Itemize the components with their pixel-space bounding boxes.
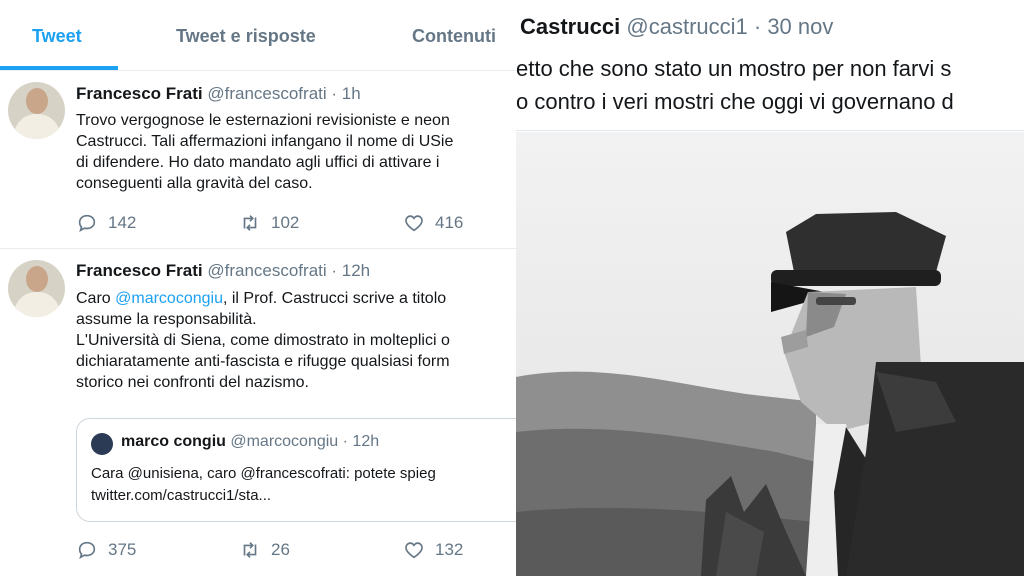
- quoted-author-handle: @marcocongiu · 12h: [230, 433, 380, 450]
- profile-tabs: Tweet Tweet e risposte Contenuti: [0, 0, 516, 71]
- tweet-divider: [516, 130, 1024, 131]
- left-panel: Tweet Tweet e risposte Contenuti Frances…: [0, 0, 516, 576]
- tweet-header: Francesco Frati @francescofrati · 1h: [76, 84, 361, 104]
- tweet-header: Castrucci @castrucci1 · 30 nov: [520, 14, 833, 40]
- quoted-link[interactable]: twitter.com/castrucci1/sta...: [91, 485, 436, 507]
- tab-tweet[interactable]: Tweet: [32, 26, 82, 47]
- tweet-actions: 375 26 132: [76, 539, 516, 563]
- tweet-divider: [0, 248, 516, 249]
- retweet-button[interactable]: 26: [239, 539, 290, 561]
- quoted-avatar[interactable]: [91, 433, 113, 455]
- tweet-text: etto che sono stato un mostro per non fa…: [516, 52, 954, 118]
- mention-link[interactable]: @marcocongiu: [115, 290, 223, 307]
- avatar[interactable]: [8, 82, 65, 139]
- author-name[interactable]: Francesco Frati: [76, 84, 203, 103]
- tweet-line: dichiaratamente anti-fascista e rifugge …: [76, 353, 450, 370]
- tweet-line: o contro i veri mostri che oggi vi gover…: [516, 89, 954, 114]
- quoted-line: Cara @unisiena, caro @francescofrati: po…: [91, 465, 436, 482]
- tweet-line: Caro @marcocongiu, il Prof. Castrucci sc…: [76, 288, 516, 309]
- quoted-text: Cara @unisiena, caro @francescofrati: po…: [91, 463, 436, 507]
- heart-icon: [405, 542, 423, 559]
- author-name[interactable]: Francesco Frati: [76, 261, 203, 280]
- quoted-header: marco congiu @marcocongiu · 12h: [121, 433, 379, 451]
- like-button[interactable]: 416: [403, 212, 463, 234]
- tweet-line: di difendere. Ho dato mandato agli uffic…: [76, 154, 440, 171]
- author-name[interactable]: Castrucci: [520, 14, 620, 39]
- attached-photo[interactable]: [516, 132, 1024, 576]
- reply-count: 375: [108, 540, 137, 559]
- reply-button[interactable]: 375: [76, 539, 136, 561]
- right-panel: Castrucci @castrucci1 · 30 nov etto che …: [516, 0, 1024, 576]
- like-button[interactable]: 132: [403, 539, 463, 561]
- tweet-line: storico nei confronti del nazismo.: [76, 374, 309, 391]
- avatar[interactable]: [8, 260, 65, 317]
- author-handle[interactable]: @castrucci1 · 30 nov: [626, 14, 833, 39]
- retweet-count: 26: [271, 540, 290, 559]
- quoted-author-name: marco congiu: [121, 433, 226, 450]
- tweet-line: L'Università di Siena, come dimostrato i…: [76, 332, 450, 349]
- tweet-line: Castrucci. Tali affermazioni infangano i…: [76, 133, 454, 150]
- tweet-header: Francesco Frati @francescofrati · 12h: [76, 261, 370, 281]
- reply-icon: [78, 541, 96, 560]
- tab-contenuti[interactable]: Contenuti: [412, 26, 496, 47]
- tab-tweet-e-risposte[interactable]: Tweet e risposte: [176, 26, 316, 47]
- tweet-text: Caro @marcocongiu, il Prof. Castrucci sc…: [76, 288, 516, 393]
- tweet-text-fragment: , il Prof. Castrucci scrive a titolo: [222, 290, 447, 307]
- tweet-actions: 142 102 416: [76, 212, 516, 236]
- quoted-tweet[interactable]: marco congiu @marcocongiu · 12h Cara @un…: [76, 418, 516, 522]
- author-handle[interactable]: @francescofrati · 1h: [207, 84, 360, 103]
- reply-button[interactable]: 142: [76, 212, 136, 234]
- like-count: 416: [435, 213, 464, 232]
- tweet-line: etto che sono stato un mostro per non fa…: [516, 56, 952, 81]
- retweet-button[interactable]: 102: [239, 212, 299, 234]
- tweet-text-fragment: Caro: [76, 290, 116, 307]
- retweet-count: 102: [271, 213, 300, 232]
- tweet-line: Trovo vergognose le esternazioni revisio…: [76, 112, 450, 129]
- author-handle[interactable]: @francescofrati · 12h: [207, 261, 370, 280]
- tweet-text: Trovo vergognose le esternazioni revisio…: [76, 110, 516, 194]
- retweet-icon: [243, 542, 257, 558]
- reply-icon: [78, 214, 96, 233]
- heart-icon: [405, 215, 423, 232]
- active-tab-indicator: [0, 66, 118, 70]
- retweet-icon: [243, 215, 257, 231]
- like-count: 132: [435, 540, 464, 559]
- tweet-line: conseguenti alla gravità del caso.: [76, 175, 313, 192]
- tweet-line: assume la responsabilità.: [76, 311, 257, 328]
- reply-count: 142: [108, 213, 137, 232]
